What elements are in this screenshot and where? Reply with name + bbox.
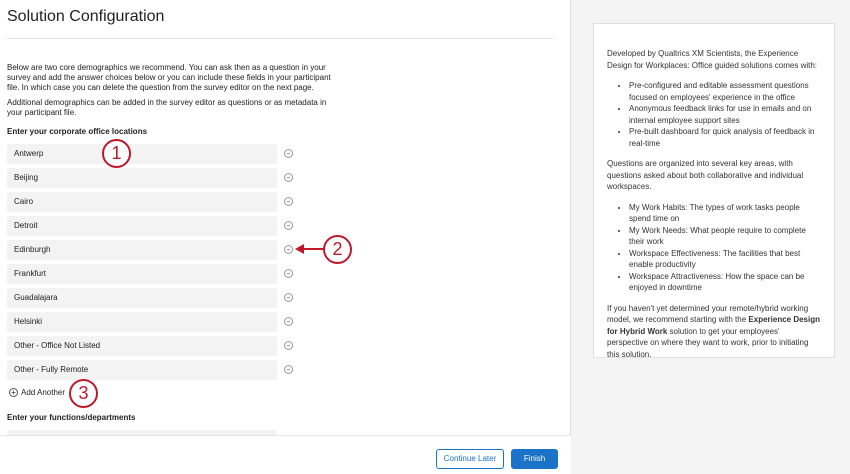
remove-circle-icon[interactable] bbox=[284, 245, 293, 254]
info-paragraph: If you haven't yet determined your remot… bbox=[607, 303, 821, 361]
location-input[interactable]: Other - Office Not Listed bbox=[7, 336, 277, 356]
intro-paragraph: Additional demographics can be added in … bbox=[7, 98, 327, 117]
info-paragraph: Developed by Qualtrics XM Scientists, th… bbox=[607, 49, 818, 70]
key-areas-list: My Work Habits: The types of work tasks … bbox=[629, 202, 821, 294]
finish-button[interactable]: Finish bbox=[511, 449, 558, 469]
add-another-button[interactable]: + Add Another bbox=[9, 388, 65, 397]
location-input[interactable]: Other - Fully Remote bbox=[7, 360, 277, 380]
list-item: Workspace Attractiveness: How the space … bbox=[629, 271, 821, 294]
page-title: Solution Configuration bbox=[7, 8, 165, 25]
continue-later-button[interactable]: Continue Later bbox=[436, 449, 504, 469]
functions-heading: Enter your functions/departments bbox=[7, 413, 136, 422]
list-item: Pre-built dashboard for quick analysis o… bbox=[629, 126, 821, 149]
remove-circle-icon[interactable] bbox=[284, 149, 293, 158]
features-list: Pre-configured and editable assessment q… bbox=[629, 80, 821, 149]
plus-circle-icon: + bbox=[9, 388, 18, 397]
remove-circle-icon[interactable] bbox=[284, 341, 293, 350]
remove-circle-icon[interactable] bbox=[284, 269, 293, 278]
footer: Continue Later Finish bbox=[0, 435, 571, 474]
list-item: Anonymous feedback links for use in emai… bbox=[629, 103, 821, 126]
location-input[interactable]: Helsinki bbox=[7, 312, 277, 332]
list-item: My Work Needs: What people require to co… bbox=[629, 225, 821, 248]
locations-heading: Enter your corporate office locations bbox=[7, 127, 148, 136]
location-input[interactable]: Edinburgh bbox=[7, 240, 277, 260]
location-input[interactable]: Frankfurt bbox=[7, 264, 277, 284]
info-paragraph: Questions are organized into several key… bbox=[607, 159, 804, 191]
location-input[interactable]: Antwerp bbox=[7, 144, 277, 164]
divider bbox=[7, 38, 553, 39]
remove-circle-icon[interactable] bbox=[284, 221, 293, 230]
annotation-badge-1: 1 bbox=[102, 139, 131, 168]
location-input[interactable]: Detroit bbox=[7, 216, 277, 236]
annotation-badge-3: 3 bbox=[69, 379, 98, 408]
annotation-badge-2: 2 bbox=[323, 235, 352, 264]
location-input[interactable]: Beijing bbox=[7, 168, 277, 188]
location-input[interactable]: Cairo bbox=[7, 192, 277, 212]
remove-circle-icon[interactable] bbox=[284, 293, 293, 302]
solution-info-card: Developed by Qualtrics XM Scientists, th… bbox=[593, 23, 835, 361]
list-item: My Work Habits: The types of work tasks … bbox=[629, 202, 821, 225]
location-input[interactable]: Guadalajara bbox=[7, 288, 277, 308]
remove-circle-icon[interactable] bbox=[284, 173, 293, 182]
list-item: Workspace Effectiveness: The facilities … bbox=[629, 248, 821, 271]
annotation-arrow-line bbox=[300, 248, 324, 250]
remove-circle-icon[interactable] bbox=[284, 365, 293, 374]
remove-circle-icon[interactable] bbox=[284, 197, 293, 206]
list-item: Pre-configured and editable assessment q… bbox=[629, 80, 821, 103]
remove-circle-icon[interactable] bbox=[284, 317, 293, 326]
intro-paragraph: Below are two core demographics we recom… bbox=[7, 63, 331, 92]
add-another-label: Add Another bbox=[21, 388, 66, 397]
intro-text: Below are two core demographics we recom… bbox=[7, 63, 337, 123]
